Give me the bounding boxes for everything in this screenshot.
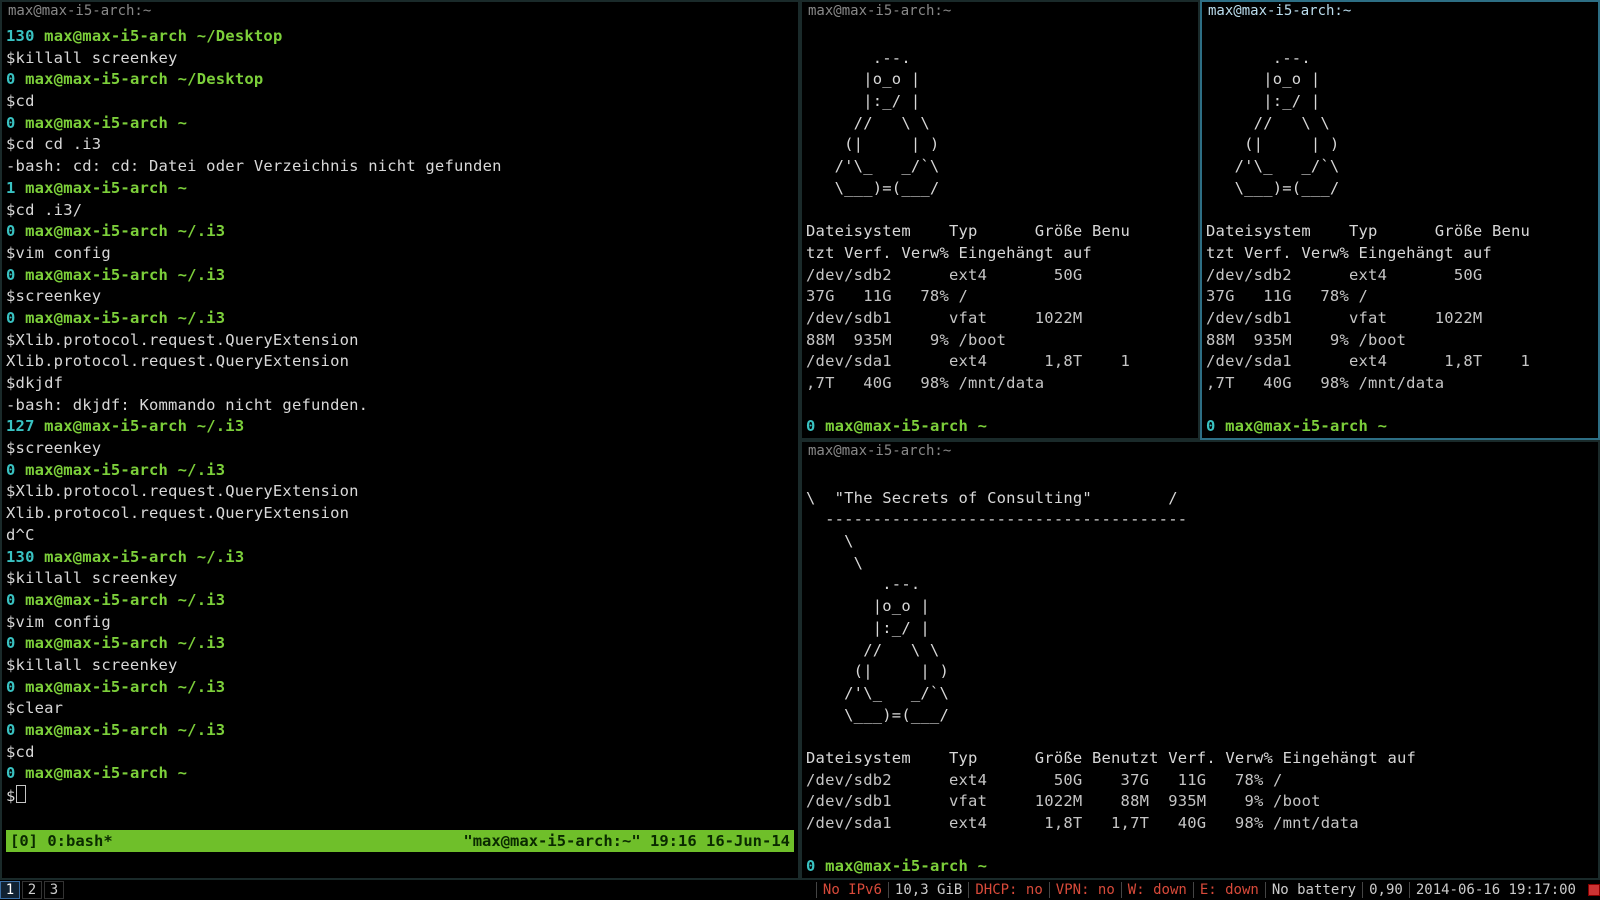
prompt-path: ~ (978, 417, 988, 435)
terminal-output[interactable]: .--. |o_o | |:_/ | // \ \ (| | ) /'\_ _/… (1202, 24, 1598, 440)
prompt-code: 0 (1206, 417, 1216, 435)
terminal-output[interactable]: 130 max@max-i5-arch ~/Desktop $killall s… (2, 24, 798, 810)
ascii-art: .--. |o_o | |:_/ | // \ \ (| | ) /'\_ _/… (806, 49, 939, 197)
i3-status-right: No IPv6 10,3 GiB DHCP: no VPN: no W: dow… (816, 882, 1600, 898)
terminal-output[interactable]: .--. |o_o | |:_/ | // \ \ (| | ) /'\_ _/… (802, 24, 1198, 440)
quote-tail: \ (806, 554, 863, 572)
workspace-button-2[interactable]: 2 (22, 881, 42, 899)
prompt-code: 0 (806, 857, 816, 875)
quote-line: \ "The Secrets of Consulting" / (806, 489, 1178, 507)
status-battery: No battery (1265, 882, 1362, 898)
status-edown: E: down (1193, 882, 1265, 898)
status-datetime: 2014-06-16 19:17:00 (1409, 882, 1582, 898)
status-vpn: VPN: no (1049, 882, 1121, 898)
i3-status-bar: 123 No IPv6 10,3 GiB DHCP: no VPN: no W:… (0, 880, 1600, 900)
prompt-user: max@max-i5-arch (1225, 417, 1368, 435)
terminal-pane-top-middle[interactable]: max@max-i5-arch:~ .--. |o_o | |:_/ | // … (800, 0, 1200, 440)
pane-title: max@max-i5-arch:~ (2, 2, 798, 24)
pane-title: max@max-i5-arch:~ (802, 442, 1598, 464)
prompt-code: 0 (806, 417, 816, 435)
prompt-user: max@max-i5-arch (825, 857, 968, 875)
status-ipv6: No IPv6 (816, 882, 888, 898)
tmux-status-bar: [0] 0:bash* "max@max-i5-arch:~" 19:16 16… (6, 830, 794, 852)
df-rows: /dev/sdb2 ext4 50G 37G 11G 78% / /dev/sd… (806, 266, 1130, 392)
tmux-status-right: "max@max-i5-arch:~" 19:16 16-Jun-14 (463, 832, 790, 850)
quote-tail: \ (806, 532, 854, 550)
pane-title: max@max-i5-arch:~ (1202, 2, 1598, 24)
terminal-pane-top-right[interactable]: max@max-i5-arch:~ .--. |o_o | |:_/ | // … (1200, 0, 1600, 440)
tmux-status-left: [0] 0:bash* (10, 832, 113, 850)
status-load: 0,90 (1362, 882, 1409, 898)
prompt-user: max@max-i5-arch (825, 417, 968, 435)
status-dhcp: DHCP: no (968, 882, 1048, 898)
ascii-art: .--. |o_o | |:_/ | // \ \ (| | ) /'\_ _/… (806, 575, 949, 723)
df-header: Dateisystem Typ Größe Benu tzt Verf. Ver… (806, 222, 1130, 262)
ascii-art: .--. |o_o | |:_/ | // \ \ (| | ) /'\_ _/… (1206, 49, 1339, 197)
status-wdown: W: down (1121, 882, 1193, 898)
terminal-pane-left[interactable]: max@max-i5-arch:~ 130 max@max-i5-arch ~/… (0, 0, 800, 880)
quote-rule: -------------------------------------- (806, 510, 1197, 528)
prompt-path: ~ (1378, 417, 1388, 435)
workspace-button-1[interactable]: 1 (0, 881, 20, 899)
workspace-list: 123 (0, 881, 66, 899)
df-rows: /dev/sdb2 ext4 50G 37G 11G 78% / /dev/sd… (1206, 266, 1530, 392)
prompt-path: ~ (978, 857, 988, 875)
pane-title: max@max-i5-arch:~ (802, 2, 1198, 24)
df-rows: /dev/sdb2 ext4 50G 37G 11G 78% / /dev/sd… (806, 771, 1359, 832)
terminal-pane-bottom-right[interactable]: max@max-i5-arch:~ \ "The Secrets of Cons… (800, 440, 1600, 880)
tray-icon[interactable] (1588, 884, 1600, 896)
status-mem: 10,3 GiB (888, 882, 968, 898)
df-header: Dateisystem Typ Größe Benu tzt Verf. Ver… (1206, 222, 1530, 262)
df-header: Dateisystem Typ Größe Benutzt Verf. Verw… (806, 749, 1416, 767)
terminal-output[interactable]: \ "The Secrets of Consulting" / --------… (802, 464, 1598, 880)
workspace-button-3[interactable]: 3 (44, 881, 64, 899)
